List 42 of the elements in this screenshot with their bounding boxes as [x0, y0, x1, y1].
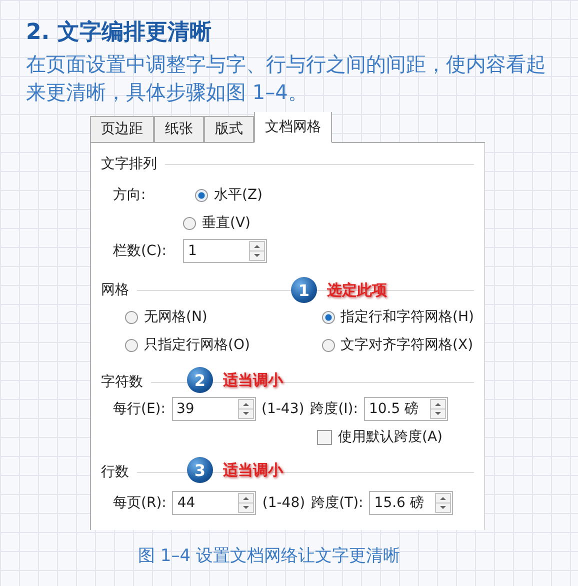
annotation-note: 适当调小 — [223, 370, 283, 390]
field-label: 每页(R): — [113, 494, 166, 512]
number-field[interactable]: 44 — [172, 491, 256, 515]
field-label: 方向: — [113, 186, 147, 204]
field-label: 栏数(C): — [113, 242, 168, 260]
number-field[interactable]: 39 — [172, 397, 256, 421]
spin-button[interactable] — [249, 241, 265, 261]
spin-button[interactable] — [238, 399, 254, 419]
radio-option[interactable]: 只指定行网格(O) — [113, 331, 282, 359]
group-title: 网格 — [101, 281, 129, 299]
range-hint: (1-43) — [262, 401, 304, 417]
step-number: 3 — [187, 457, 213, 483]
radio-option[interactable]: 无网格(N) — [113, 303, 282, 331]
group-title: 文字排列 — [101, 155, 157, 173]
annotation-note: 选定此项 — [327, 280, 387, 300]
number-field[interactable]: 15.6 磅 — [369, 491, 454, 515]
radio-option[interactable]: 指定行和字符网格(H) — [282, 303, 474, 331]
group-title: 行数 — [101, 463, 129, 481]
field-label: 每行(E): — [113, 400, 166, 418]
step-number: 1 — [291, 277, 317, 303]
tab[interactable]: 版式 — [204, 116, 254, 142]
annotation-note: 适当调小 — [223, 460, 283, 480]
spin-button[interactable] — [238, 493, 254, 513]
radio-option[interactable]: 文字对齐字符网格(X) — [282, 331, 474, 359]
figure-caption: 图 1–4 设置文档网络让文字更清晰 — [137, 545, 401, 567]
tab[interactable]: 页边距 — [90, 116, 154, 142]
radio-option[interactable]: 垂直(V) — [101, 209, 474, 237]
radio-option[interactable]: 水平(Z) — [183, 181, 263, 209]
group-title: 字符数 — [101, 373, 143, 391]
tab[interactable]: 文档网格 — [254, 112, 332, 143]
spin-button[interactable] — [435, 493, 452, 513]
intro-paragraph: 在页面设置中调整字与字、行与行之间的间距，使内容看起来更清晰，具体步骤如图 1–4。 — [26, 51, 547, 106]
field-label: 跨度(I): — [310, 400, 358, 418]
spin-button[interactable] — [430, 399, 446, 419]
range-hint: (1-48) — [262, 495, 306, 511]
tab[interactable]: 纸张 — [154, 116, 204, 142]
field-label: 跨度(T): — [311, 494, 364, 512]
step-number: 2 — [187, 367, 213, 393]
number-field[interactable]: 1 — [183, 239, 267, 263]
number-field[interactable]: 10.5 磅 — [364, 397, 448, 421]
checkbox-option[interactable]: 使用默认跨度(A) — [101, 423, 474, 451]
section-heading: 2. 文字编排更清晰 — [26, 18, 212, 47]
